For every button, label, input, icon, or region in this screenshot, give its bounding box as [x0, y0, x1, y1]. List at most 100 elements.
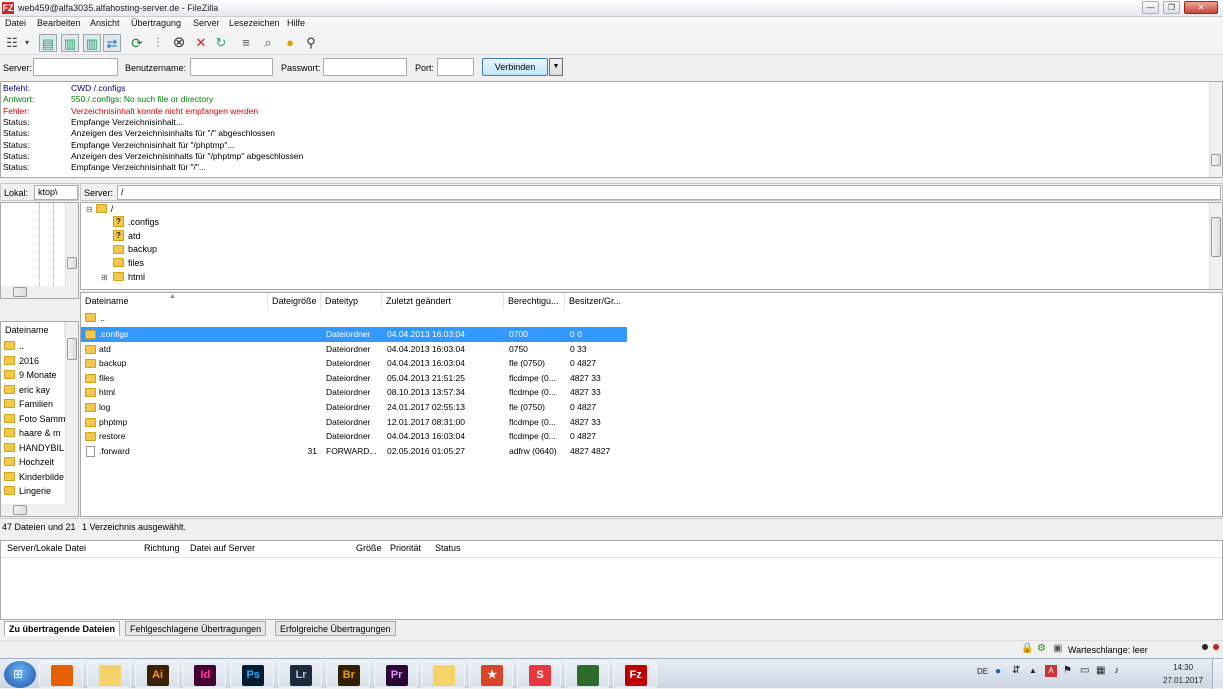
tab-queued-files[interactable]: Zu übertragende Dateien: [4, 621, 121, 636]
collapse-icon[interactable]: ⊟: [86, 205, 93, 214]
queue-col-direction[interactable]: Richtung: [144, 543, 180, 553]
col-berechtigungen[interactable]: Berechtigu...: [504, 293, 565, 309]
language-indicator[interactable]: DE: [977, 667, 988, 676]
site-manager-dropdown-icon[interactable]: ▾: [21, 34, 33, 52]
server-file-list[interactable]: Dateiname Dateigröße Dateityp Zuletzt ge…: [80, 292, 1223, 517]
clock-time[interactable]: 14:30: [1173, 663, 1193, 672]
file-row[interactable]: files Dateiordner 05.04.2013 21:51:25 flcdm…: [81, 371, 627, 386]
cancel-operation-icon[interactable]: ⊗: [170, 34, 188, 52]
sync-browsing-icon[interactable]: ●: [281, 34, 299, 52]
disconnect-icon[interactable]: ✕: [192, 34, 210, 52]
local-list-scroll-thumb[interactable]: [67, 338, 77, 360]
close-window-button[interactable]: ✕: [1184, 1, 1218, 14]
file-row[interactable]: atd Dateiordner 04.04.2013 16:03:04 0750 0 3…: [81, 342, 627, 357]
local-tree[interactable]: [0, 202, 79, 299]
local-list-item[interactable]: eric kay: [4, 385, 50, 398]
queue-col-priority[interactable]: Priorität: [390, 543, 421, 553]
local-tree-scrollbar[interactable]: [65, 203, 78, 298]
file-row[interactable]: .configs Dateiordner 04.04.2013 16:03:04 07…: [81, 327, 627, 342]
menu-bearbeiten[interactable]: Bearbeiten: [37, 18, 81, 28]
file-row[interactable]: backup Dateiordner 04.04.2013 16:03:04 fle …: [81, 356, 627, 371]
server-tree-item[interactable]: ? .configs: [113, 216, 159, 230]
network-tray-icon[interactable]: ▦: [1096, 665, 1105, 676]
maximize-button[interactable]: ❐: [1163, 1, 1180, 14]
log-scroll-thumb[interactable]: [1211, 154, 1221, 166]
taskbar-firefox[interactable]: [39, 661, 83, 688]
taskbar-photoshop[interactable]: Ps: [230, 661, 275, 688]
taskbar-premiere[interactable]: Pr: [373, 661, 418, 688]
log-scrollbar[interactable]: [1209, 82, 1222, 177]
local-list-item[interactable]: Hochzeit: [4, 457, 54, 470]
clock-date[interactable]: 27.01.2017: [1163, 676, 1203, 685]
refresh-icon[interactable]: ⟳: [128, 34, 146, 52]
taskbar-illustrator[interactable]: Ai: [134, 661, 179, 688]
file-row[interactable]: .forward 31 FORWARD... 02.05.2016 01:05:27 a…: [81, 444, 627, 459]
file-row[interactable]: html Dateiordner 08.10.2013 13:57:34 flcdmp…: [81, 385, 627, 400]
start-button[interactable]: ⊞: [4, 661, 36, 688]
file-row[interactable]: restore Dateiordner 04.04.2013 16:03:04 flc…: [81, 429, 627, 444]
local-path-input[interactable]: ktop\: [34, 185, 78, 200]
taskbar-filezilla[interactable]: Fz: [612, 661, 657, 688]
connect-history-dropdown[interactable]: ▼: [549, 58, 563, 76]
toggle-local-tree-icon[interactable]: ▥: [61, 34, 79, 52]
power-tray-icon[interactable]: ▭: [1080, 665, 1089, 676]
server-tree-scrollbar[interactable]: [1209, 203, 1222, 289]
queue-col-server-file[interactable]: Datei auf Server: [190, 543, 255, 553]
username-input[interactable]: [190, 58, 273, 76]
server-tree-item[interactable]: ? atd: [113, 229, 141, 244]
menu-ansicht[interactable]: Ansicht: [90, 18, 120, 28]
server-path-input[interactable]: /: [117, 185, 1221, 200]
local-file-list[interactable]: Dateiname .. 2016 9 Monate eric kay Familien…: [0, 321, 79, 517]
site-manager-icon[interactable]: ☷: [3, 34, 21, 52]
server-tree-scroll-thumb[interactable]: [1211, 217, 1221, 257]
local-list-item[interactable]: ..: [4, 341, 24, 354]
taskbar-terminal[interactable]: [564, 661, 609, 688]
queue-col-status[interactable]: Status: [435, 543, 461, 553]
help-tray-icon[interactable]: ●: [995, 666, 1001, 677]
menu-datei[interactable]: Datei: [5, 18, 26, 28]
local-list-scrollbar[interactable]: [65, 322, 78, 516]
local-list-item[interactable]: Lingerie: [4, 486, 51, 499]
minimize-button[interactable]: —: [1142, 1, 1159, 14]
local-list-item[interactable]: 2016: [4, 356, 39, 369]
local-list-item[interactable]: haare & m: [4, 428, 61, 441]
adobe-tray-icon[interactable]: A: [1045, 665, 1057, 677]
parent-dir-row[interactable]: ..: [85, 313, 105, 326]
local-tree-scroll-thumb[interactable]: [67, 257, 77, 269]
menu-server[interactable]: Server: [193, 18, 220, 28]
toggle-remote-tree-icon[interactable]: ▥: [83, 34, 101, 52]
show-hidden-icons[interactable]: ▲: [1029, 666, 1037, 675]
tab-successful-transfers[interactable]: Erfolgreiche Übertragungen: [275, 621, 396, 636]
volume-tray-icon[interactable]: ♪: [1114, 665, 1119, 676]
local-list-item[interactable]: Kinderbilde: [4, 472, 64, 485]
local-tree-hscrollbar[interactable]: [1, 286, 67, 298]
flag-tray-icon[interactable]: ⚑: [1063, 665, 1072, 676]
menu-uebertragung[interactable]: Übertragung: [131, 18, 181, 28]
local-list-item[interactable]: HANDYBIL: [4, 443, 64, 456]
server-tree-item[interactable]: html: [113, 272, 145, 285]
local-list-item[interactable]: Familien: [4, 399, 53, 412]
col-besitzer[interactable]: Besitzer/Gr...: [565, 293, 1222, 309]
server-input[interactable]: [33, 58, 118, 76]
local-list-hscrollbar[interactable]: [1, 504, 67, 516]
taskbar-lightroom[interactable]: Lr: [278, 661, 322, 688]
taskbar-explorer[interactable]: [86, 661, 131, 688]
port-input[interactable]: [437, 58, 474, 76]
reconnect-icon[interactable]: ↻: [212, 34, 230, 52]
tray-icon[interactable]: ⇵: [1012, 665, 1020, 676]
menu-lesezeichen[interactable]: Lesezeichen: [229, 18, 280, 28]
taskbar-bridge[interactable]: Br: [325, 661, 370, 688]
compare-directories-icon[interactable]: ⌕: [259, 34, 277, 52]
col-dateigroesse[interactable]: Dateigröße: [268, 293, 321, 309]
file-row[interactable]: log Dateiordner 24.01.2017 02:55:13 fle (07…: [81, 400, 627, 415]
server-tree[interactable]: ⊟ / ? .configs? atd backup files html ⊞: [80, 202, 1223, 290]
process-queue-icon[interactable]: ⫶: [149, 34, 167, 52]
toggle-log-icon[interactable]: ▤: [39, 34, 57, 52]
local-list-item[interactable]: Foto Samm: [4, 414, 66, 427]
local-list-item[interactable]: 9 Monate: [4, 370, 57, 383]
server-tree-item[interactable]: backup: [113, 244, 157, 257]
taskbar-indesign[interactable]: Id: [182, 661, 227, 688]
toggle-queue-icon[interactable]: ⇄: [103, 34, 121, 52]
local-list-hscroll-thumb[interactable]: [13, 505, 27, 515]
show-desktop-button[interactable]: [1212, 659, 1223, 689]
